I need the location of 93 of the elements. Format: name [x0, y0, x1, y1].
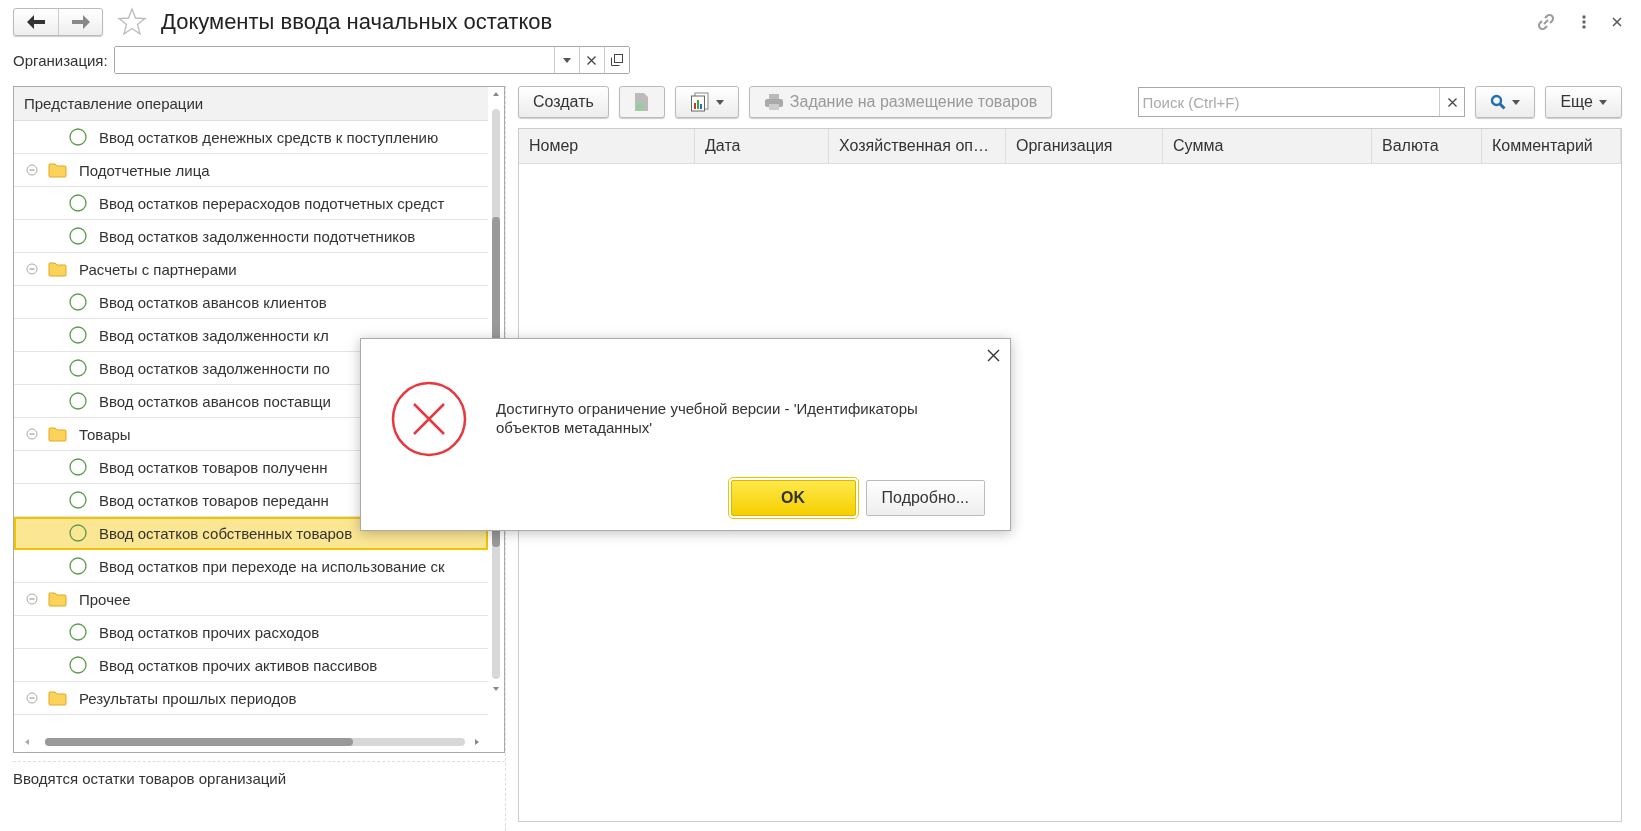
item-label: Ввод остатков денежных средств к поступлению [99, 128, 439, 146]
item-label: Ввод остатков задолженности кл [99, 326, 329, 344]
close-icon [587, 55, 597, 65]
details-button[interactable]: Подробно... [865, 480, 985, 516]
item-label: Ввод остатков авансов клиентов [99, 293, 327, 311]
close-button[interactable] [987, 349, 1000, 362]
folder-icon [48, 426, 67, 442]
star-icon[interactable] [117, 7, 147, 37]
tree-group-row[interactable]: Прочее [14, 583, 488, 616]
tree-item-row[interactable]: Ввод остатков перерасходов подотчетных средст [14, 187, 488, 220]
column-header[interactable]: Организация [1006, 129, 1163, 163]
group-label: Расчеты с партнерами [79, 260, 237, 278]
tree-item-row[interactable]: Ввод остатков прочих активов пассивов [14, 649, 488, 682]
tree-item-row[interactable]: Ввод остатков прочих расходов [14, 616, 488, 649]
more-button[interactable]: Еще [1545, 86, 1622, 118]
document-add-icon [633, 92, 650, 112]
create-button[interactable]: Создать [518, 86, 609, 118]
item-label: Ввод остатков прочих расходов [99, 623, 320, 641]
circle-icon [69, 128, 87, 146]
close-icon [1612, 17, 1622, 27]
search-button[interactable] [1475, 86, 1536, 118]
tree-group-row[interactable]: Расчеты с партнерами [14, 253, 488, 286]
column-header[interactable]: Сумма [1163, 129, 1372, 163]
collapse-icon[interactable] [26, 428, 38, 440]
organization-label: Организация: [13, 51, 108, 69]
folder-icon [48, 690, 67, 706]
column-header[interactable]: Номер [519, 129, 695, 163]
error-message: Достигнуто ограничение учебной версии - 'Идентификаторы объектов метаданных' [496, 399, 919, 437]
window-title: Документы ввода начальных остатков [161, 9, 553, 35]
collapse-icon[interactable] [26, 263, 38, 275]
column-header[interactable]: Комментарий [1482, 129, 1621, 163]
organization-field[interactable] [113, 46, 630, 74]
new-document-button[interactable] [618, 86, 665, 118]
item-label: Ввод остатков перерасходов подотчетных средст [99, 194, 445, 212]
caret-icon [562, 57, 571, 63]
circle-icon [69, 359, 87, 377]
column-header[interactable]: Валюта [1372, 129, 1482, 163]
item-label: Ввод остатков товаров переданн [99, 491, 329, 509]
description-text: Вводятся остатки товаров организаций [13, 761, 505, 787]
circle-icon [69, 227, 87, 245]
folder-icon [48, 261, 67, 277]
column-header: Представление операции [14, 87, 488, 121]
caret-icon [1599, 99, 1607, 105]
forward-arrow-icon [71, 15, 90, 29]
open-button[interactable] [603, 47, 629, 73]
item-label: Ввод остатков задолженности подотчетников [99, 227, 416, 245]
item-label: Ввод остатков авансов поставщи [99, 392, 331, 410]
collapse-icon[interactable] [26, 692, 38, 704]
column-header[interactable]: Хозяйственная оп… [829, 129, 1006, 163]
open-window-icon [610, 54, 623, 66]
kebab-menu-icon [1582, 15, 1586, 29]
item-label: Ввод остатков собственных товаров [99, 524, 353, 542]
caret-icon [1512, 99, 1521, 105]
tree-item-row[interactable]: Ввод остатков авансов клиентов [14, 286, 488, 319]
folder-icon [48, 591, 67, 607]
collapse-icon[interactable] [26, 593, 38, 605]
circle-icon [69, 623, 87, 641]
circle-icon [69, 392, 87, 410]
folder-icon [48, 162, 67, 178]
item-label: Ввод остатков задолженности по [99, 359, 330, 377]
tree-item-row[interactable]: Ввод остатков задолженности подотчетников [14, 220, 488, 253]
group-label: Результаты прошлых периодов [79, 689, 297, 707]
item-label: Ввод остатков прочих активов пассивов [99, 656, 378, 674]
group-label: Подотчетные лица [79, 161, 210, 179]
item-label: Ввод остатков при переходе на использование ск [99, 557, 445, 575]
close-icon [1447, 97, 1457, 107]
report-button[interactable] [674, 86, 739, 118]
item-label: Ввод остатков товаров полученн [99, 458, 328, 476]
caret-icon [715, 99, 724, 105]
tree-item-row[interactable]: Ввод остатков денежных средств к поступлению [14, 121, 488, 154]
group-label: Прочее [79, 590, 131, 608]
error-icon [391, 381, 467, 457]
collapse-icon[interactable] [26, 164, 38, 176]
column-header[interactable]: Дата [695, 129, 829, 163]
tree-item-row[interactable]: Ввод остатков при переходе на использование ск [14, 550, 488, 583]
circle-icon [69, 194, 87, 212]
circle-icon [69, 458, 87, 476]
close-icon [987, 349, 1000, 362]
tree-group-row[interactable]: Подотчетные лица [14, 154, 488, 187]
printer-icon [763, 93, 784, 111]
group-label: Товары [79, 425, 131, 443]
search-icon [1490, 94, 1507, 110]
ok-button[interactable]: OK [730, 480, 856, 516]
back-arrow-icon [27, 15, 45, 29]
circle-icon [69, 524, 87, 542]
circle-icon [69, 326, 87, 344]
circle-icon [69, 293, 87, 311]
circle-icon [69, 656, 87, 674]
circle-icon [69, 491, 87, 509]
circle-icon [69, 557, 87, 575]
tree-group-row[interactable]: Результаты прошлых периодов [14, 682, 488, 715]
report-icon [689, 92, 710, 112]
link-icon [1536, 12, 1556, 32]
